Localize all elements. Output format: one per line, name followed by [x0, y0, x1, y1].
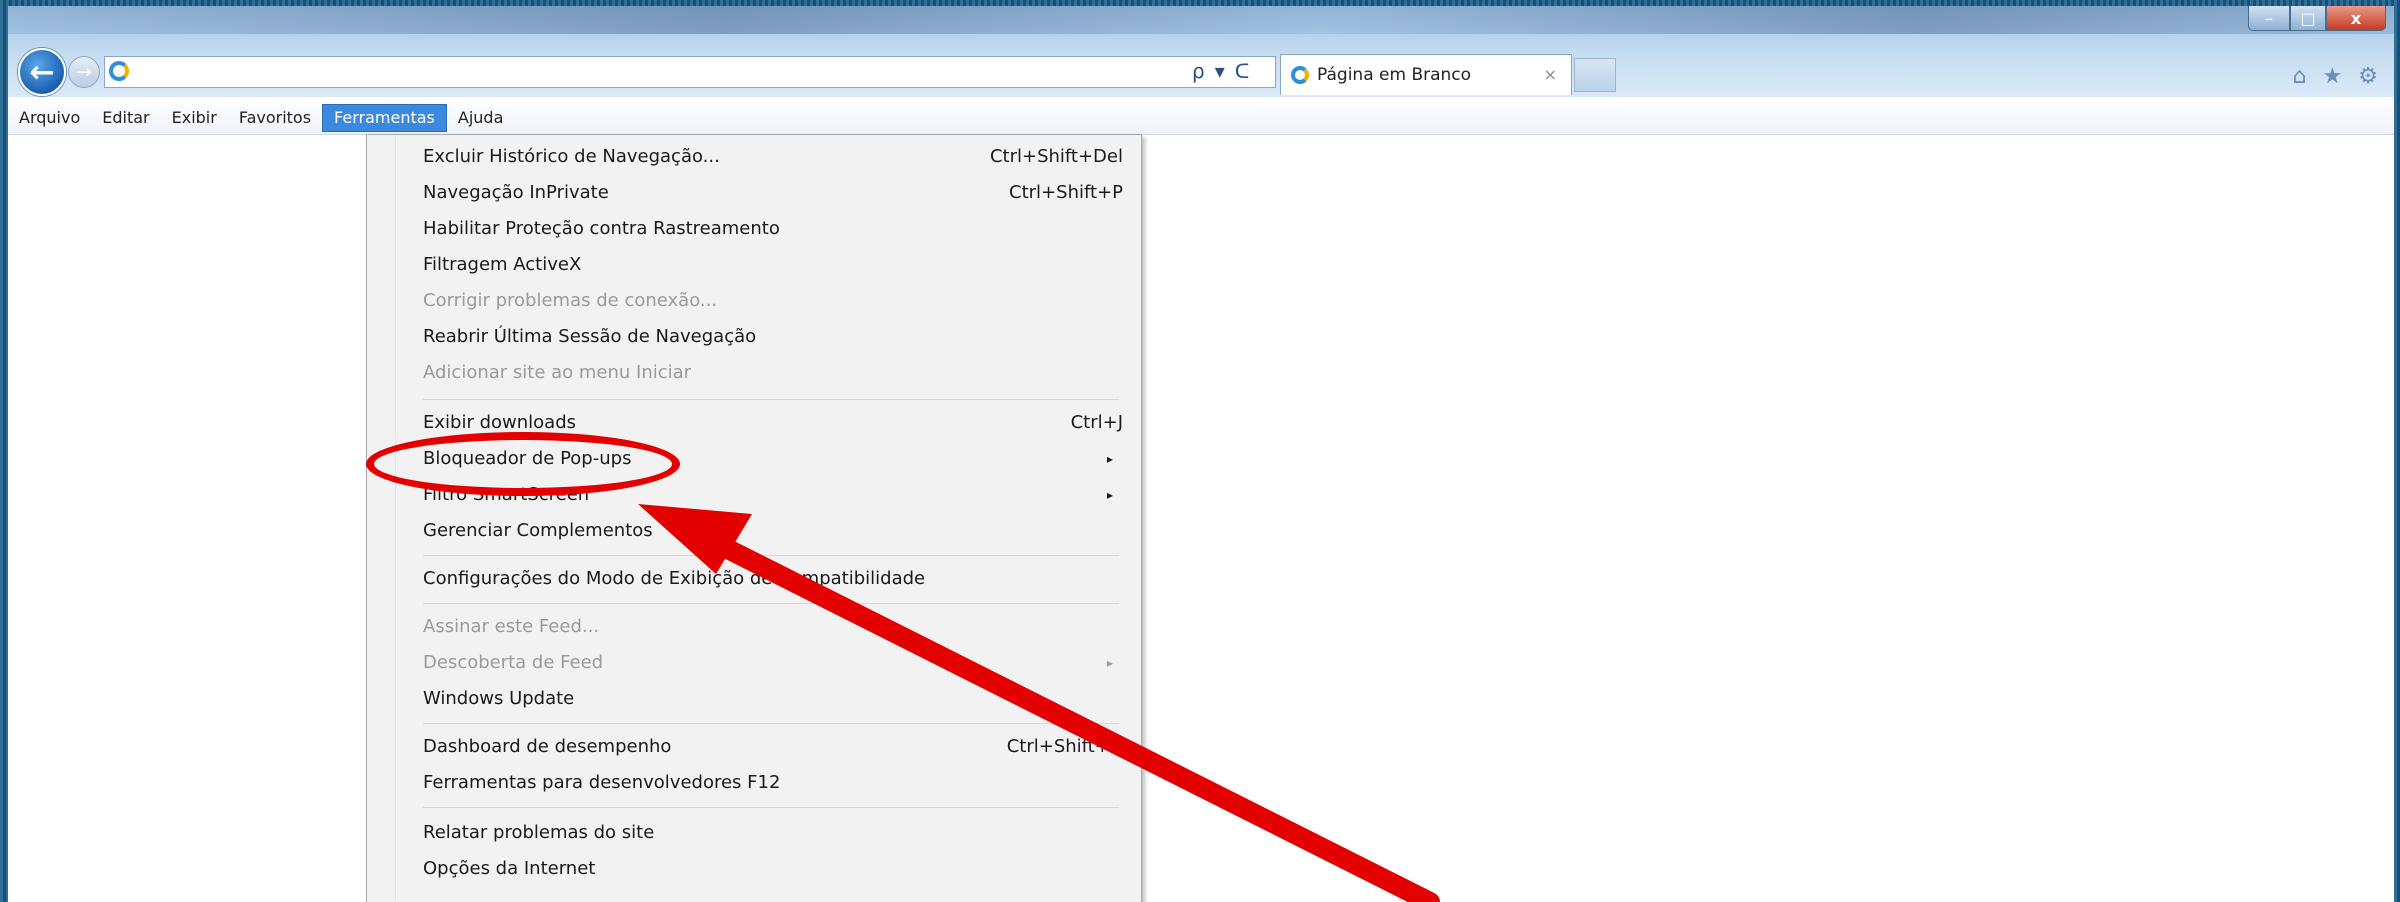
- pointer-arrow-icon: [638, 504, 1440, 902]
